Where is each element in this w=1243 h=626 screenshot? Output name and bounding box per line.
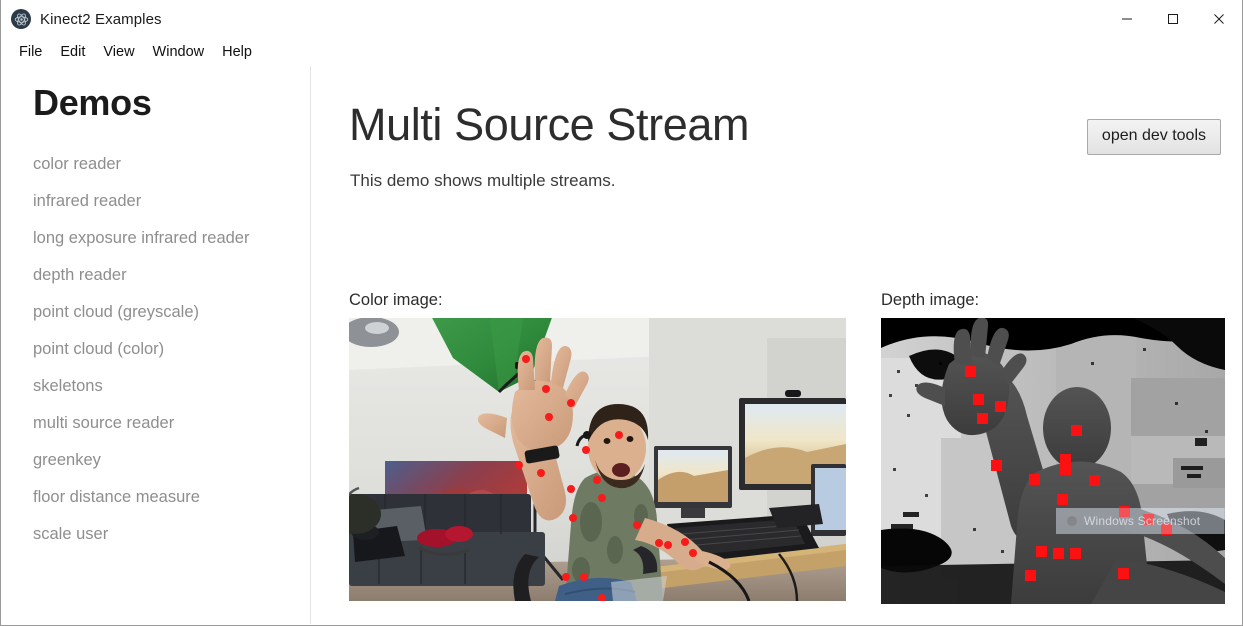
sidebar-item-greenkey[interactable]: greenkey: [1, 442, 310, 479]
minimize-button[interactable]: [1104, 0, 1150, 38]
atom-icon: [11, 9, 31, 29]
sidebar-item-long-exposure-infrared[interactable]: long exposure infrared reader: [1, 220, 310, 257]
menu-item-edit[interactable]: Edit: [51, 41, 94, 64]
application-window: Kinect2 Examples File Edit View Window H…: [0, 0, 1243, 626]
sidebar-item-infrared-reader[interactable]: infrared reader: [1, 183, 310, 220]
sidebar-item-scale-user[interactable]: scale user: [1, 516, 310, 553]
sidebar-title: Demos: [33, 82, 152, 123]
sidebar-item-floor-distance-measure[interactable]: floor distance measure: [1, 479, 310, 516]
maximize-button[interactable]: [1150, 0, 1196, 38]
sidebar-item-color-reader[interactable]: color reader: [1, 146, 310, 183]
page-description: This demo shows multiple streams.: [350, 171, 616, 190]
title-bar: Kinect2 Examples: [1, 0, 1242, 38]
menu-item-window[interactable]: Window: [144, 41, 214, 64]
menu-bar: File Edit View Window Help: [1, 38, 1242, 66]
demo-list: color reader infrared reader long exposu…: [1, 146, 310, 553]
sidebar-item-point-cloud-color[interactable]: point cloud (color): [1, 331, 310, 368]
color-stream-image: [349, 318, 846, 601]
close-button[interactable]: [1196, 0, 1242, 38]
menu-item-view[interactable]: View: [94, 41, 143, 64]
sidebar-item-multi-source-reader[interactable]: multi source reader: [1, 405, 310, 442]
color-image-label: Color image:: [349, 291, 443, 309]
sidebar-item-skeletons[interactable]: skeletons: [1, 368, 310, 405]
sidebar-item-point-cloud-greyscale[interactable]: point cloud (greyscale): [1, 294, 310, 331]
menu-item-help[interactable]: Help: [213, 41, 261, 64]
page-title: Multi Source Stream: [349, 99, 750, 150]
window-controls: [1104, 0, 1242, 38]
content-area: Demos color reader infrared reader long …: [1, 66, 1242, 624]
depth-image-label: Depth image:: [881, 291, 980, 309]
window-title: Kinect2 Examples: [40, 10, 162, 28]
main-panel: Multi Source Stream This demo shows mult…: [311, 66, 1242, 624]
depth-stream-image: Windows Screenshot: [881, 318, 1225, 604]
menu-item-file[interactable]: File: [10, 41, 51, 64]
sidebar-item-depth-reader[interactable]: depth reader: [1, 257, 310, 294]
open-dev-tools-button[interactable]: open dev tools: [1086, 119, 1221, 155]
sidebar: Demos color reader infrared reader long …: [1, 66, 311, 624]
